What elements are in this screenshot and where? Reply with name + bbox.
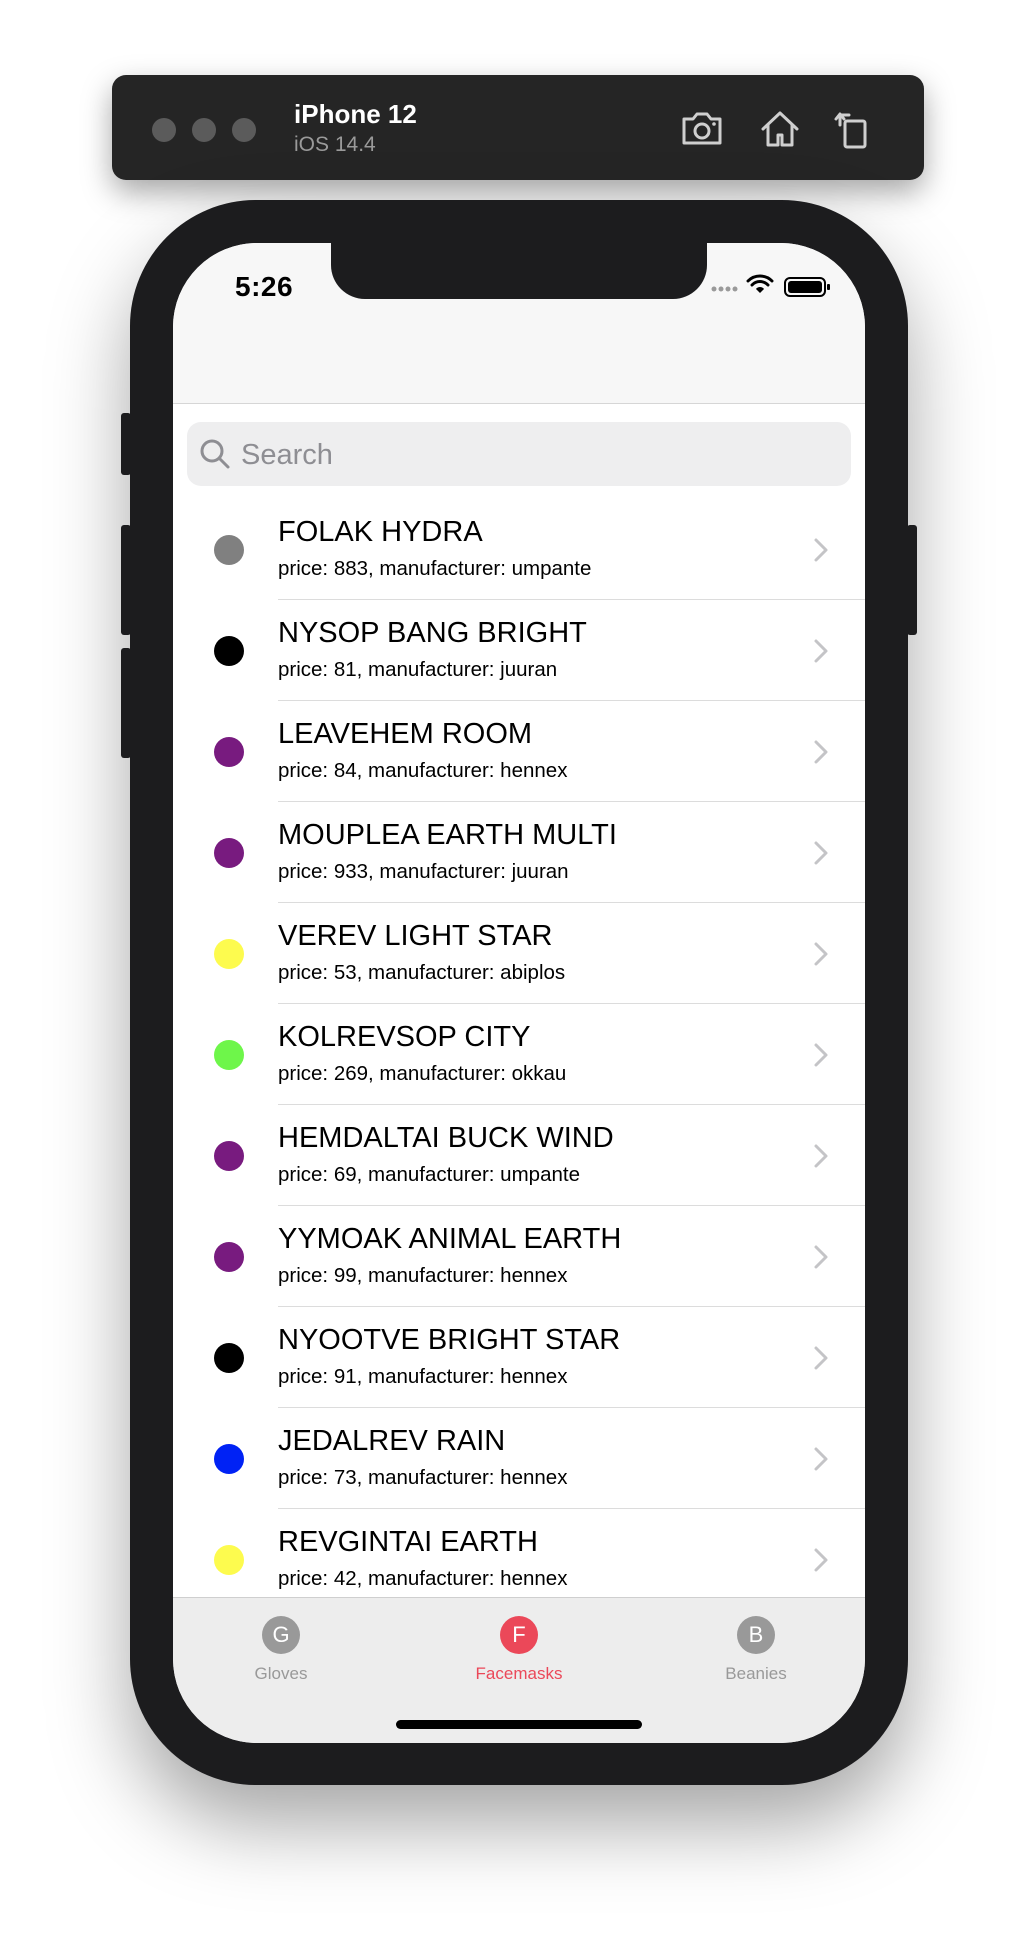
item-subtitle: price: 81, manufacturer: juuran [278, 658, 558, 681]
list-item[interactable]: JEDALREV RAIN price: 73, manufacturer: he… [173, 1408, 865, 1509]
tab-gloves[interactable]: G Gloves [206, 1616, 356, 1684]
item-title: FOLAK HYDRA [278, 516, 483, 548]
list-item[interactable]: MOUPLEA EARTH MULTI price: 933, manufactu… [173, 802, 865, 903]
tab-icon: B [737, 1616, 775, 1654]
item-subtitle: price: 269, manufacturer: okkau [278, 1062, 567, 1085]
tab-label: Gloves [254, 1664, 308, 1683]
chevron-right-icon [814, 1548, 828, 1572]
list-item[interactable]: KOLREVSOP CITY price: 269, manufacturer: … [173, 1004, 865, 1105]
list-item[interactable]: LEAVEHEM ROOM price: 84, manufacturer: he… [173, 701, 865, 802]
window-minimize-button[interactable] [192, 118, 216, 142]
color-swatch [214, 1545, 244, 1575]
list-item[interactable]: NYOOTVE BRIGHT STAR price: 91, manufactur… [173, 1307, 865, 1408]
item-title: HEMDALTAI BUCK WIND [278, 1122, 614, 1154]
item-subtitle: price: 53, manufacturer: abiplos [278, 961, 566, 984]
chevron-right-icon [814, 538, 828, 562]
list-item[interactable]: FOLAK HYDRA price: 883, manufacturer: ump… [173, 499, 865, 600]
item-subtitle: price: 42, manufacturer: hennex [278, 1567, 568, 1590]
wifi-icon [746, 274, 774, 287]
volume-up-button [121, 525, 131, 635]
item-subtitle: price: 883, manufacturer: umpante [278, 557, 592, 580]
wifi-icon-dot [756, 287, 764, 293]
os-version: iOS 14.4 [294, 133, 376, 156]
search-bar[interactable] [187, 422, 851, 488]
color-swatch [214, 1343, 244, 1373]
item-subtitle: price: 91, manufacturer: hennex [278, 1365, 568, 1388]
screenshot-icon[interactable] [678, 105, 726, 153]
item-subtitle: price: 73, manufacturer: hennex [278, 1466, 568, 1489]
silent-switch [121, 413, 131, 475]
chevron-right-icon [814, 1447, 828, 1471]
item-subtitle: price: 84, manufacturer: hennex [278, 759, 568, 782]
tab-icon: G [262, 1616, 300, 1654]
tab-label: Beanies [725, 1664, 787, 1683]
list-item[interactable]: HEMDALTAI BUCK WIND price: 69, manufactur… [173, 1105, 865, 1206]
color-swatch [214, 636, 244, 666]
navigation-bar: 5:26 [173, 243, 865, 404]
chevron-right-icon [814, 740, 828, 764]
tab-facemasks[interactable]: F Facemasks [444, 1616, 594, 1684]
search-input[interactable] [239, 422, 833, 488]
tab-label: Facemasks [475, 1664, 563, 1683]
window-zoom-button[interactable] [232, 118, 256, 142]
list-item[interactable]: REVGINTAI EARTH price: 42, manufacturer: … [173, 1509, 865, 1610]
home-indicator[interactable] [396, 1720, 642, 1729]
volume-down-button [121, 648, 131, 758]
color-swatch [214, 535, 244, 565]
color-swatch [214, 1444, 244, 1474]
item-title: REVGINTAI EARTH [278, 1526, 538, 1558]
item-title: KOLREVSOP CITY [278, 1021, 531, 1053]
chevron-right-icon [814, 841, 828, 865]
color-swatch [214, 939, 244, 969]
notch [331, 243, 707, 299]
battery-icon [784, 277, 830, 297]
power-button [907, 525, 917, 635]
device-screen: 5:26 FOLAK HYDRAprice: 883, manufacturer [173, 243, 865, 1743]
item-title: NYOOTVE BRIGHT STAR [278, 1324, 621, 1356]
color-swatch [214, 1141, 244, 1171]
item-list: FOLAK HYDRA price: 883, manufacturer: ump… [173, 499, 865, 1610]
item-title: VEREV LIGHT STAR [278, 920, 553, 952]
chevron-right-icon [814, 1346, 828, 1370]
search-icon [200, 439, 230, 469]
chevron-right-icon [814, 1043, 828, 1067]
item-subtitle: price: 69, manufacturer: umpante [278, 1163, 580, 1186]
item-title: JEDALREV RAIN [278, 1425, 506, 1457]
item-title: MOUPLEA EARTH MULTI [278, 819, 617, 851]
item-title: LEAVEHEM ROOM [278, 718, 533, 750]
device-name: iPhone 12 [294, 99, 417, 129]
item-subtitle: price: 933, manufacturer: juuran [278, 860, 569, 883]
list-item[interactable]: NYSOP BANG BRIGHT price: 81, manufacturer… [173, 600, 865, 701]
simulator-toolbar: iPhone 12 iOS 14.4 [112, 75, 924, 180]
item-title: YYMOAK ANIMAL EARTH [278, 1223, 622, 1255]
chevron-right-icon [814, 1245, 828, 1269]
color-swatch [214, 838, 244, 868]
color-swatch [214, 1040, 244, 1070]
tab-icon: F [500, 1616, 538, 1654]
rotate-icon[interactable] [830, 105, 878, 153]
chevron-right-icon [814, 942, 828, 966]
status-time: 5:26 [235, 271, 294, 302]
item-title: NYSOP BANG BRIGHT [278, 617, 587, 649]
item-subtitle: price: 99, manufacturer: hennex [278, 1264, 568, 1287]
list-item[interactable]: YYMOAK ANIMAL EARTH price: 99, manufactur… [173, 1206, 865, 1307]
status-icons [711, 274, 830, 297]
tab-beanies[interactable]: B Beanies [681, 1616, 831, 1684]
color-swatch [214, 1242, 244, 1272]
window-close-button[interactable] [152, 118, 176, 142]
home-icon[interactable] [756, 105, 804, 153]
color-swatch [214, 737, 244, 767]
list-item[interactable]: VEREV LIGHT STAR price: 53, manufacturer:… [173, 903, 865, 1004]
chevron-right-icon [814, 1144, 828, 1168]
cellular-signal-icon [711, 286, 738, 292]
chevron-right-icon [814, 639, 828, 663]
